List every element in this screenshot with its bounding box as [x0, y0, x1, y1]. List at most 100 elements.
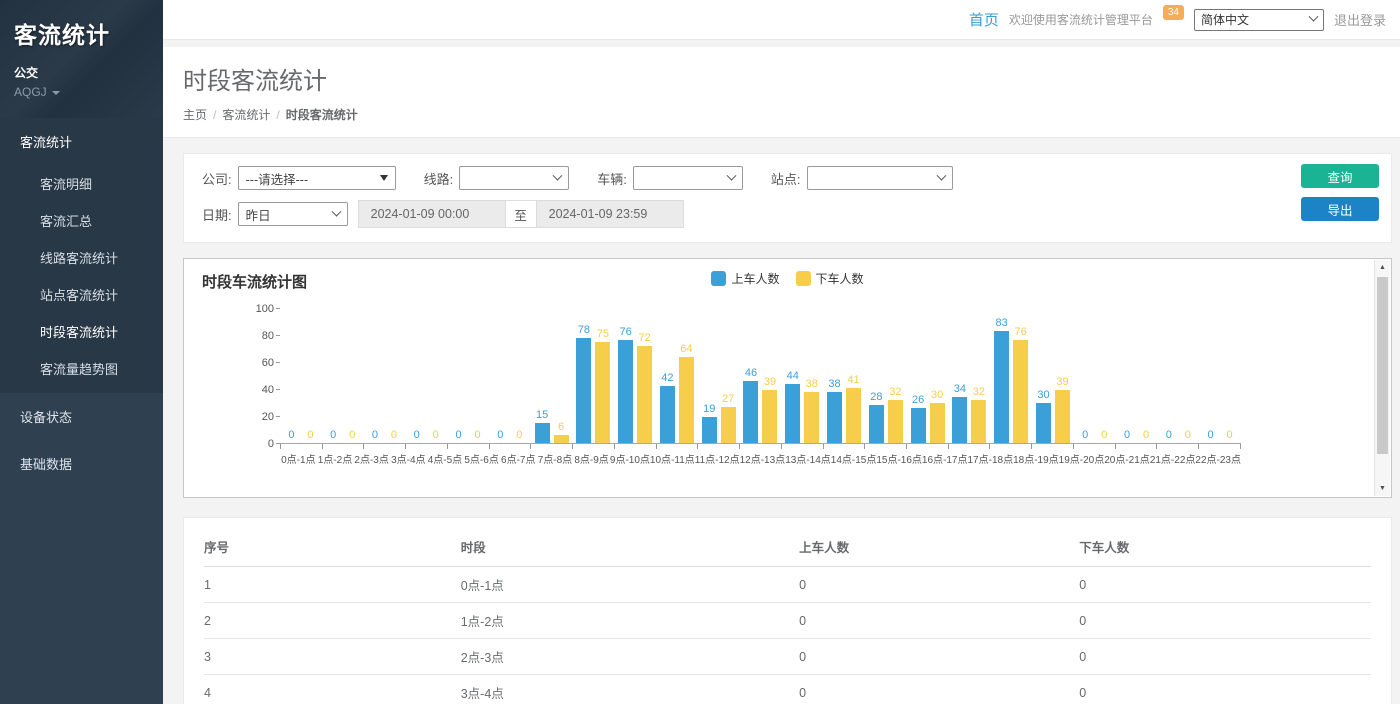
x-tick-mark — [990, 444, 1032, 449]
bar-boarding: 15 — [535, 423, 550, 443]
legend-swatch-icon — [796, 271, 811, 286]
sidebar-submenu: 客流明细客流汇总线路客流统计站点客流统计时段客流统计客流量趋势图 — [0, 165, 163, 393]
bar-boarding: 26 — [911, 408, 926, 443]
bar-alighting: 32 — [888, 400, 903, 443]
filter-panel: 公司: ---请选择--- 线路: 车辆: 站点: — [183, 153, 1392, 243]
sidebar-subitem-0-0[interactable]: 客流明细 — [0, 165, 163, 202]
bar-value-label: 0 — [288, 429, 294, 441]
x-label-cell: 9点-10点 — [610, 451, 650, 466]
legend-label: 上车人数 — [731, 270, 779, 287]
x-label-cell: 19点-20点 — [1059, 451, 1105, 466]
x-tick-label: 18点-19点 — [1013, 451, 1059, 466]
notification-badge[interactable]: 34 — [1163, 5, 1184, 20]
sidebar-subitem-0-5[interactable]: 客流量趋势图 — [0, 350, 163, 387]
x-label-cell: 18点-19点 — [1013, 451, 1059, 466]
scroll-up-icon[interactable]: ▲ — [1375, 260, 1390, 275]
scroll-down-icon[interactable]: ▼ — [1375, 481, 1390, 496]
x-label-cell: 22点-23点 — [1195, 451, 1241, 466]
company-select[interactable]: ---请选择--- — [238, 166, 396, 190]
table-cell: 0 — [1079, 639, 1371, 675]
x-tick-label: 14点-15点 — [831, 451, 877, 466]
date-end-input[interactable]: 2024-01-09 23:59 — [536, 200, 684, 228]
bar-group: 4639 — [740, 381, 782, 443]
column-header-period: 时段 — [461, 526, 799, 567]
bar-value-label: 0 — [349, 429, 355, 441]
x-label-cell: 13点-14点 — [785, 451, 831, 466]
bar-group: 2630 — [907, 403, 949, 444]
x-tick-mark — [1074, 444, 1116, 449]
bar-value-label: 0 — [372, 429, 378, 441]
sidebar-subitem-0-2[interactable]: 线路客流统计 — [0, 239, 163, 276]
y-tick-label: 80 — [262, 330, 274, 342]
x-tick-label: 20点-21点 — [1104, 451, 1150, 466]
breadcrumb-home[interactable]: 主页 — [183, 108, 207, 122]
date-to-label: 至 — [506, 200, 536, 228]
bar-value-label: 0 — [1227, 429, 1233, 441]
breadcrumb-current: 时段客流统计 — [286, 108, 358, 122]
sidebar-item-1[interactable]: 设备状态 — [0, 393, 163, 440]
x-label-cell: 7点-8点 — [537, 451, 574, 466]
vehicle-select[interactable] — [633, 166, 743, 190]
bar-alighting: 32 — [971, 400, 986, 443]
date-start-input[interactable]: 2024-01-09 00:00 — [358, 200, 506, 228]
sidebar-subitem-0-3[interactable]: 站点客流统计 — [0, 276, 163, 313]
x-tick-label: 10点-11点 — [650, 451, 695, 466]
bar-boarding: 28 — [869, 405, 884, 443]
app-window: 客流统计 公交 AQGJ 客流统计客流明细客流汇总线路客流统计站点客流统计时段客… — [0, 0, 1400, 704]
export-button[interactable]: 导出 — [1301, 197, 1379, 221]
x-tick-label: 5点-6点 — [464, 451, 498, 466]
query-button[interactable]: 查询 — [1301, 164, 1379, 188]
bar-value-label: 41 — [847, 374, 859, 386]
bar-value-label: 0 — [1208, 429, 1214, 441]
home-link[interactable]: 首页 — [969, 9, 999, 30]
sidebar-item-0[interactable]: 客流统计 — [0, 118, 163, 165]
sidebar-subitem-0-1[interactable]: 客流汇总 — [0, 202, 163, 239]
user-dropdown[interactable]: AQGJ — [14, 85, 149, 99]
breadcrumb-section[interactable]: 客流统计 — [222, 108, 270, 122]
y-tick-mark — [276, 362, 280, 363]
x-tick-label: 2点-3点 — [354, 451, 388, 466]
bar-group: 3841 — [823, 388, 865, 443]
bar-group: 1927 — [698, 407, 740, 443]
table-cell: 2 — [204, 603, 461, 639]
legend-item[interactable]: 上车人数 — [711, 270, 779, 287]
sidebar-item-2[interactable]: 基础数据 — [0, 440, 163, 487]
legend-item[interactable]: 下车人数 — [796, 270, 864, 287]
x-tick-label: 15点-16点 — [876, 451, 922, 466]
bar-value-label: 34 — [954, 383, 966, 395]
table-cell: 0 — [1079, 603, 1371, 639]
bar-alighting: 72 — [637, 346, 652, 443]
x-tick-mark — [865, 444, 907, 449]
scrollbar-thumb[interactable] — [1377, 277, 1388, 454]
x-label-cell: 5点-6点 — [463, 451, 500, 466]
x-label-cell: 1点-2点 — [317, 451, 354, 466]
x-tick-mark — [323, 444, 365, 449]
x-label-cell: 20点-21点 — [1104, 451, 1150, 466]
bar-value-label: 38 — [806, 378, 818, 390]
table-cell: 0 — [799, 639, 1079, 675]
bar-boarding: 44 — [785, 384, 800, 443]
logout-link[interactable]: 退出登录 — [1334, 10, 1386, 29]
page-title: 时段客流统计 — [183, 61, 1380, 96]
language-value: 简体中文 — [1201, 11, 1249, 28]
bar-group: 8376 — [990, 331, 1032, 443]
chart-scrollbar[interactable]: ▲ ▼ — [1374, 260, 1390, 496]
x-tick-label: 7点-8点 — [538, 451, 572, 466]
x-tick-label: 21点-22点 — [1150, 451, 1196, 466]
date-preset-select[interactable]: 昨日 — [238, 202, 348, 226]
legend-label: 下车人数 — [816, 270, 864, 287]
x-tick-label: 9点-10点 — [610, 451, 650, 466]
table-row: 43点-4点00 — [204, 675, 1371, 704]
x-tick-mark — [364, 444, 406, 449]
line-select[interactable] — [459, 166, 569, 190]
line-label: 线路: — [424, 169, 454, 188]
chart-axis-ticks — [280, 444, 1241, 449]
x-tick-mark — [949, 444, 991, 449]
station-select[interactable] — [807, 166, 953, 190]
x-label-cell: 0点-1点 — [280, 451, 317, 466]
language-select[interactable]: 简体中文 — [1194, 9, 1324, 31]
bar-value-label: 72 — [639, 332, 651, 344]
table-panel: 序号 时段 上车人数 下车人数 10点-1点0021点-2点0032点-3点00… — [183, 517, 1392, 704]
filter-row-1: 公司: ---请选择--- 线路: 车辆: 站点: — [202, 166, 1376, 190]
sidebar-subitem-0-4[interactable]: 时段客流统计 — [0, 313, 163, 350]
